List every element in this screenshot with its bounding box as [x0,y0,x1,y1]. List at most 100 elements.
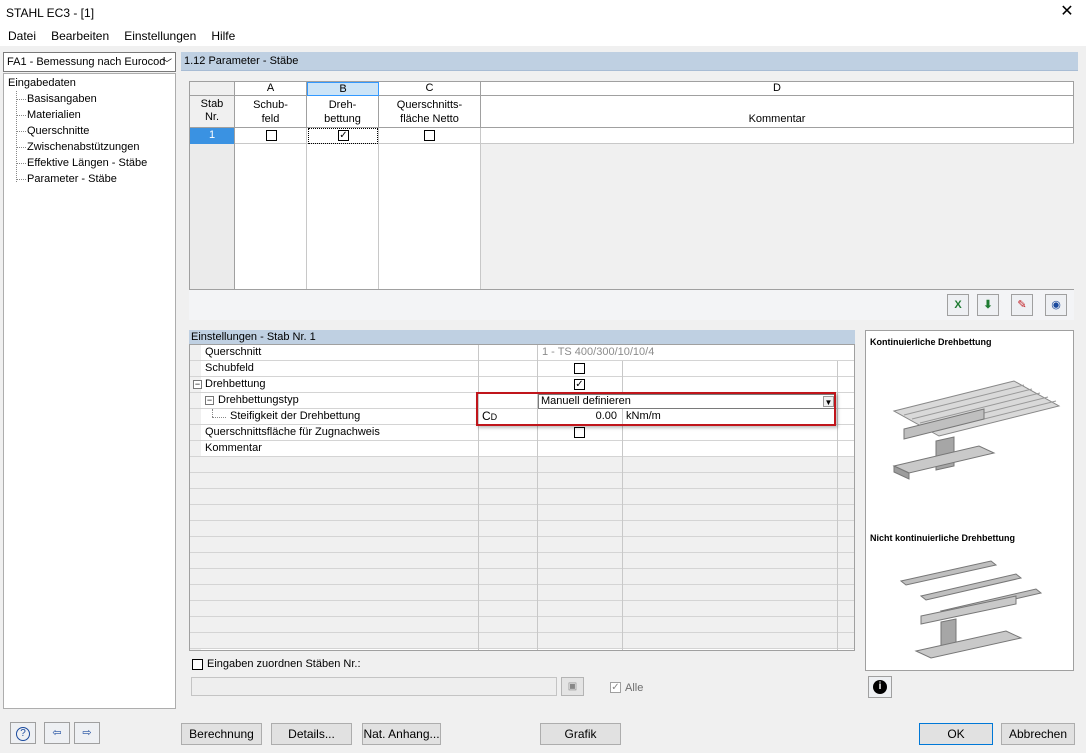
checkbox-assign-members[interactable] [192,659,203,670]
checkbox-alle[interactable]: ✓ [610,682,621,693]
empty-row [190,553,854,569]
header-line: Schub- [253,99,288,111]
info-image-panel: Kontinuierliche Drehbettung Nicht kontin… [865,330,1074,671]
row-header-line1: Stab [200,98,224,110]
tree-connector [17,147,26,148]
highlight-frame [476,392,836,426]
label-alle: Alle [625,682,644,694]
settings-row-querschnitt: Querschnitt 1 - TS 400/300/10/10/4 [190,345,854,361]
label-assign-members: Eingaben zuordnen Stäben Nr.: [207,658,361,670]
header-kommentar[interactable]: Kommentar [481,96,1074,128]
label-zugnachweis: Querschnittsfläche für Zugnachweis [205,426,380,438]
title-bar: STAHL EC3 - [1] ✕ [0,0,1086,26]
abbrechen-button[interactable]: Abbrechen [1001,723,1075,745]
label-drehbettungstyp: Drehbettungstyp [218,394,299,406]
assign-members-input[interactable] [191,677,557,696]
empty-area [481,144,1074,289]
col-letter-c[interactable]: C [379,82,481,96]
next-window-icon[interactable]: ⇨ [74,722,100,744]
berechnung-button[interactable]: Berechnung [181,723,262,745]
col-letter-a[interactable]: A [235,82,307,96]
chevron-down-icon: ﹀ [162,59,172,70]
help-icon[interactable]: ? [10,722,36,744]
header-line [481,98,1073,112]
tree-item-querschnitte[interactable]: Querschnitte [27,125,89,137]
parameter-table: A B C D Stab Nr. Schub- feld Dreh- bettu… [189,81,1074,290]
settings-row-drehbettung: − Drehbettung ✓ [190,377,854,393]
image-title-kontinuierlich: Kontinuierliche Drehbettung [870,337,992,347]
details-button[interactable]: Details... [271,723,352,745]
label-querschnitt: Querschnitt [205,346,262,358]
settings-grid: Querschnitt 1 - TS 400/300/10/10/4 Schub… [189,344,855,651]
row-header-line2: Nr. [204,111,220,123]
empty-row [190,505,854,521]
pick-members-icon[interactable]: ▣ [561,677,584,696]
info-icon[interactable]: i [868,676,892,698]
cell-kommentar[interactable] [482,128,1074,144]
checkbox-schubfeld[interactable] [266,130,277,141]
excel-export-icon[interactable]: X [947,294,969,316]
corner-cell [190,82,235,96]
empty-row [190,457,854,473]
close-icon[interactable]: ✕ [1056,3,1078,23]
header-line: Querschnitts- [396,99,463,111]
tree-item-effektive-laengen[interactable]: Effektive Längen - Stäbe [27,157,147,169]
label-kommentar: Kommentar [205,442,262,454]
settings-row-schubfeld: Schubfeld [190,361,854,377]
case-select-value: FA1 - Bemessung nach Eurocod [7,56,166,68]
header-drehbettung[interactable]: Dreh- bettung [307,96,379,128]
header-line: feld [261,113,280,125]
nat-anhang-button[interactable]: Nat. Anhang... [362,723,441,745]
menu-hilfe[interactable]: Hilfe [205,26,241,46]
settings-row-zugnachweis: Querschnittsfläche für Zugnachweis [190,425,854,441]
settings-title: Einstellungen - Stab Nr. 1 [189,330,855,344]
checkbox-schubfeld-setting[interactable] [574,363,585,374]
header-line: Dreh- [328,99,357,111]
row-number[interactable]: 1 [190,128,235,144]
menu-bearbeiten[interactable]: Bearbeiten [45,26,115,46]
continuous-bedding-illustration [892,380,1061,480]
tree-item-materialien[interactable]: Materialien [27,109,81,121]
label-steifigkeit: Steifigkeit der Drehbettung [230,410,361,422]
tree-root[interactable]: Eingabedaten [8,77,76,89]
empty-row [190,537,854,553]
collapse-icon[interactable]: − [193,380,202,389]
checkbox-drehbettung-setting[interactable]: ✓ [574,379,585,390]
pick-member-icon[interactable]: ✎ [1011,294,1033,316]
tree-item-zwischenabstuetzungen[interactable]: Zwischenabstützungen [27,141,140,153]
section-title: 1.12 Parameter - Stäbe [181,52,1078,71]
header-schubfeld[interactable]: Schub- feld [235,96,307,128]
tree-item-basisangaben[interactable]: Basisangaben [27,93,97,105]
menu-datei[interactable]: Datei [2,26,42,46]
grafik-button[interactable]: Grafik [540,723,621,745]
ok-button[interactable]: OK [919,723,993,745]
collapse-icon[interactable]: − [205,396,214,405]
case-select[interactable]: FA1 - Bemessung nach Eurocod ﹀ [3,52,176,72]
previous-window-icon[interactable]: ⇦ [44,722,70,744]
menu-einstellungen[interactable]: Einstellungen [118,26,202,46]
label-drehbettung: Drehbettung [205,378,266,390]
settings-row-kommentar: Kommentar [190,441,854,457]
empty-row [190,633,854,649]
header-line: fläche Netto [400,113,459,125]
menu-bar: Datei Bearbeiten Einstellungen Hilfe [0,26,1086,46]
tree-connector [17,179,26,180]
column-divider [837,361,838,650]
col-letter-d[interactable]: D [481,82,1074,96]
col-letter-b[interactable]: B [307,82,379,96]
view-eye-icon[interactable]: ◉ [1045,294,1067,316]
row-header-title: Stab Nr. [190,96,235,128]
header-line: Kommentar [748,113,806,125]
tree-connector [16,91,17,182]
excel-import-icon[interactable]: ⬇ [977,294,999,316]
label-schubfeld: Schubfeld [205,362,254,374]
header-querschnittsflaeche[interactable]: Querschnitts- fläche Netto [379,96,481,128]
tree-item-parameter-staebe[interactable]: Parameter - Stäbe [27,173,117,185]
tree-connector [17,115,26,116]
checkbox-zugnachweis[interactable] [574,427,585,438]
checkbox-drehbettung[interactable]: ✓ [338,130,349,141]
tree-connector [212,409,213,417]
header-line: bettung [324,113,361,125]
checkbox-netto[interactable] [424,130,435,141]
tree-connector [17,99,26,100]
